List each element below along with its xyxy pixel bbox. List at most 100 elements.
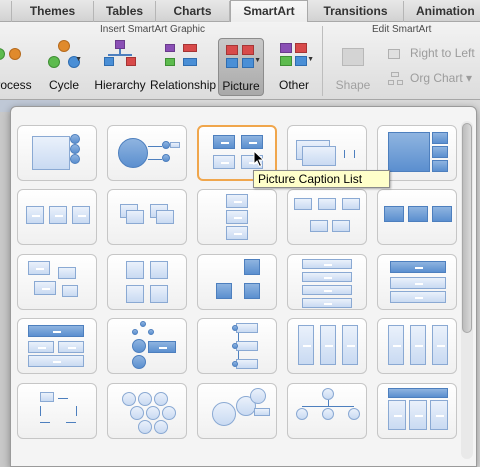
right-to-left-button[interactable]: Right to Left (388, 46, 475, 61)
thumbnail-shape (322, 408, 334, 420)
tab-charts[interactable]: Charts (156, 1, 230, 22)
thumbnail-shape (232, 343, 238, 349)
smartart-layout-thumbnail[interactable] (107, 383, 187, 439)
thumbnail-text-line (38, 347, 46, 349)
smartart-layout-thumbnail[interactable] (107, 125, 187, 181)
picture-dropdown-icon: ▼ (254, 57, 261, 64)
smartart-layout-thumbnail[interactable] (17, 189, 97, 245)
thumbnail-shape (432, 132, 448, 144)
smartart-layout-thumbnail[interactable] (107, 189, 187, 245)
smartart-layout-thumbnail[interactable] (197, 318, 277, 374)
group-divider (322, 26, 323, 96)
thumbnail-shape (432, 206, 452, 222)
thumbnail-shape (318, 198, 336, 210)
thumbnail-text-line (415, 415, 423, 417)
thumbnail-text-line (68, 347, 76, 349)
thumbnail-shape (58, 341, 84, 353)
thumbnail-text-line (53, 361, 61, 363)
thumbnail-text-line (393, 345, 401, 347)
thumbnail-shape (156, 210, 174, 224)
thumbnail-text-line (221, 162, 229, 164)
smartart-layout-thumbnail[interactable] (17, 318, 97, 374)
gallery-scroll-thumb[interactable] (462, 123, 472, 333)
smartart-layout-thumbnail[interactable] (197, 189, 277, 245)
thumbnail-text-line (234, 233, 242, 235)
tab-tables[interactable]: Tables (94, 1, 156, 22)
thumbnail-text-line (436, 415, 444, 417)
thumbnail-shape (348, 408, 360, 420)
smartart-layout-thumbnail[interactable] (377, 254, 457, 310)
thumbnail-shape (342, 325, 358, 365)
smartart-layout-thumbnail[interactable] (107, 254, 187, 310)
org-chart-button[interactable]: Org Chart ▾ (388, 71, 472, 86)
thumbnail-shape (430, 400, 448, 430)
smartart-layout-thumbnail[interactable] (377, 318, 457, 374)
tab-transitions[interactable]: Transitions (308, 1, 404, 22)
thumbnail-text-line (36, 268, 44, 270)
ribbon-tab-bar: Themes Tables Charts SmartArt Transition… (0, 0, 480, 23)
smartart-layout-thumbnail[interactable] (17, 254, 97, 310)
thumbnail-connector (40, 406, 41, 416)
cycle-button[interactable]: Cycle ▼ (44, 38, 84, 96)
thumbnail-shape (170, 142, 180, 148)
shape-button[interactable]: Shape (330, 38, 376, 96)
org-chart-icon (388, 71, 404, 86)
picture-button[interactable]: Picture ▼ (218, 38, 264, 96)
hierarchy-icon (103, 40, 137, 74)
thumbnail-shape (213, 155, 235, 169)
thumbnail-text-line (324, 290, 332, 292)
thumbnail-shape (388, 325, 404, 365)
thumbnail-text-line (415, 297, 423, 299)
thumbnail-shape (162, 141, 170, 149)
thumbnail-shape (146, 406, 160, 420)
thumbnail-shape (232, 325, 238, 331)
smartart-layout-thumbnail[interactable] (377, 383, 457, 439)
tab-home[interactable] (0, 1, 12, 22)
thumbnail-text-line (324, 303, 332, 305)
thumbnail-shape (150, 261, 168, 279)
relationship-button[interactable]: Relationship (150, 38, 216, 96)
thumbnail-shape (232, 361, 238, 367)
thumbnail-shape (302, 285, 352, 295)
other-button[interactable]: Other ▼ (272, 38, 316, 96)
smartart-layout-thumbnail[interactable] (287, 189, 367, 245)
thumbnail-shape (236, 359, 258, 369)
thumbnail-shape (432, 146, 448, 158)
insert-smartart-group-title: Insert SmartArt Graphic (100, 24, 206, 35)
smartart-layout-thumbnail[interactable] (17, 383, 97, 439)
smartart-layout-thumbnail[interactable] (287, 254, 367, 310)
thumbnail-shape (244, 259, 260, 275)
thumbnail-shape (132, 339, 146, 353)
tab-themes[interactable]: Themes (12, 1, 94, 22)
thumbnail-shape (432, 325, 448, 365)
smartart-layout-thumbnail[interactable] (197, 254, 277, 310)
tab-animation[interactable]: Animation (404, 1, 480, 22)
shape-icon (336, 40, 370, 74)
thumbnail-shape (226, 194, 248, 208)
thumbnail-shape (49, 206, 67, 224)
relationship-icon (163, 40, 203, 74)
gallery-scrollbar[interactable] (461, 121, 473, 459)
thumbnail-shape (140, 321, 146, 327)
smartart-layout-thumbnail[interactable] (107, 318, 187, 374)
other-dropdown-icon: ▼ (307, 56, 314, 63)
tab-smartart[interactable]: SmartArt (230, 0, 308, 23)
smartart-layout-thumbnail[interactable] (197, 383, 277, 439)
thumbnail-shape (132, 355, 146, 369)
thumbnail-text-line (234, 201, 242, 203)
smartart-layout-thumbnail[interactable] (287, 383, 367, 439)
smartart-layout-thumbnail[interactable] (377, 189, 457, 245)
thumbnail-shape (432, 160, 448, 172)
thumbnail-shape (32, 136, 70, 170)
thumbnail-shape (250, 388, 266, 404)
hierarchy-button[interactable]: Hierarchy (94, 38, 146, 96)
thumbnail-shape (70, 154, 80, 164)
thumbnail-shape (126, 210, 144, 224)
thumbnail-shape (72, 206, 90, 224)
smartart-layout-thumbnail[interactable] (287, 318, 367, 374)
process-button[interactable]: rocess (0, 38, 34, 96)
thumbnail-connector (76, 406, 77, 416)
thumbnail-shape (130, 406, 144, 420)
thumbnail-connector (148, 159, 162, 160)
smartart-layout-thumbnail[interactable] (17, 125, 97, 181)
